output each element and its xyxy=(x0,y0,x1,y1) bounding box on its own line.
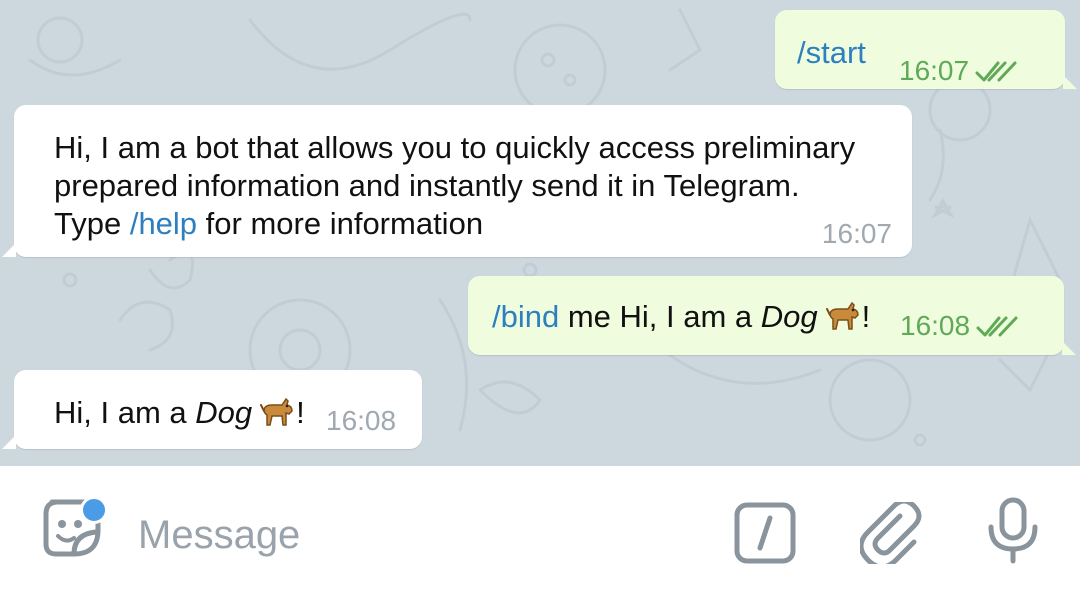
message-line-text: for more information xyxy=(197,206,484,241)
message-text: /start xyxy=(797,34,866,72)
message-line: Hi, I am a bot that allows you to quickl… xyxy=(54,130,856,165)
message-line: prepared information and instantly send … xyxy=(54,168,800,203)
chat-area[interactable]: /start 16:07 Hi, I am a bot that allows … xyxy=(0,0,1080,466)
message-line: Type /help for more information xyxy=(54,205,904,243)
message-meta: 16:08 xyxy=(900,306,1020,345)
message-time: 16:07 xyxy=(899,55,970,86)
message-text: /bind me Hi, I am a Dog ! xyxy=(492,298,870,336)
incoming-message[interactable]: Hi, I am a Dog ! 16:08 xyxy=(2,370,422,449)
outgoing-message[interactable]: /start 16:07 xyxy=(775,10,1077,90)
message-meta: 16:07 xyxy=(822,214,892,253)
bubble-tail xyxy=(1063,75,1077,89)
bubble-tail xyxy=(2,243,16,257)
message-text-part: ! xyxy=(296,395,305,430)
message-input[interactable]: Message xyxy=(138,511,300,559)
notification-dot xyxy=(80,496,108,524)
dog-emoji-icon xyxy=(260,397,293,426)
message-time: 16:08 xyxy=(900,310,971,341)
double-check-icon xyxy=(976,316,1018,337)
message-meta: 16:08 xyxy=(326,401,396,440)
incoming-message[interactable]: Hi, I am a bot that allows you to quickl… xyxy=(2,105,912,257)
message-text: Hi, I am a bot that allows you to quickl… xyxy=(54,129,904,243)
double-check-icon xyxy=(975,61,1017,82)
message-meta: 16:07 xyxy=(899,51,1019,90)
outgoing-message[interactable]: /bind me Hi, I am a Dog ! 16:08 xyxy=(468,276,1076,355)
bind-command-link[interactable]: /bind xyxy=(492,299,559,334)
message-text-part: ! xyxy=(861,299,871,334)
message-text-part: me Hi, I am a xyxy=(559,299,761,334)
bot-command-icon[interactable] xyxy=(734,502,796,564)
bubble-tail xyxy=(2,435,16,449)
message-text: Hi, I am a Dog ! xyxy=(54,394,305,432)
bubble-tail xyxy=(1062,341,1076,355)
message-text-italic: Dog xyxy=(195,395,253,430)
bot-command-link[interactable]: /start xyxy=(797,35,866,70)
help-command-link[interactable]: /help xyxy=(130,206,197,241)
attach-icon[interactable] xyxy=(860,502,922,564)
message-line-text: Type xyxy=(54,206,130,241)
message-text-part: Hi, I am a xyxy=(54,395,196,430)
message-time: 16:08 xyxy=(326,405,397,436)
microphone-icon[interactable] xyxy=(986,497,1040,565)
message-text-italic: Dog xyxy=(760,299,818,334)
message-time: 16:07 xyxy=(821,218,892,249)
dog-emoji-icon xyxy=(825,301,859,330)
